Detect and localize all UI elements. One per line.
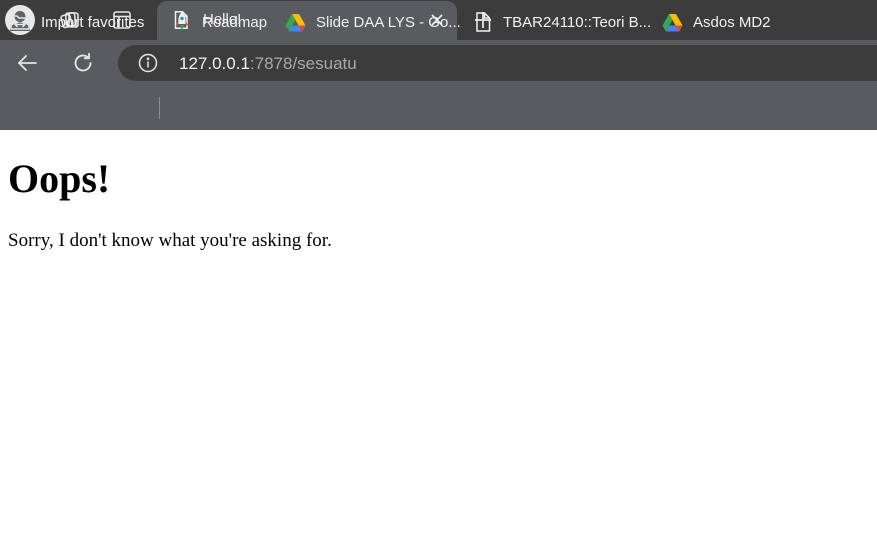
page-heading: Oops! bbox=[8, 156, 111, 201]
bookmark-roadmap[interactable]: Roadmap bbox=[172, 10, 267, 34]
reload-button[interactable] bbox=[67, 47, 99, 79]
reload-icon bbox=[74, 52, 92, 72]
back-button[interactable] bbox=[11, 47, 43, 79]
bookmark-label: TBAR24110::Teori B... bbox=[503, 13, 652, 31]
page-viewport: Oops! Sorry, I don't know what you're as… bbox=[0, 130, 877, 553]
bookmark-tbar24110[interactable]: TBAR24110::Teori B... bbox=[473, 10, 651, 34]
bookmark-label: Asdos MD2 bbox=[693, 13, 771, 31]
info-icon[interactable] bbox=[138, 53, 158, 73]
google-drive-icon bbox=[285, 13, 306, 31]
bookmark-import-favorites[interactable]: Import favorites bbox=[9, 10, 144, 34]
bookmark-label: Roadmap bbox=[202, 13, 268, 31]
arrow-left-icon bbox=[18, 55, 37, 71]
google-drive-icon bbox=[662, 13, 683, 31]
url-host: 127.0.0.1 bbox=[179, 54, 250, 73]
browser-toolbar: 127.0.0.1:7878/sesuatu bbox=[0, 40, 877, 85]
rocket-icon bbox=[175, 12, 189, 31]
document-icon bbox=[476, 12, 491, 32]
url-path: :7878/sesuatu bbox=[249, 54, 357, 73]
bookmarks-separator bbox=[159, 97, 160, 119]
bookmark-asdos-md2[interactable]: Asdos MD2 bbox=[662, 10, 771, 34]
bookmark-slide-daa-lys[interactable]: Slide DAA LYS - Go... bbox=[285, 10, 461, 34]
url-text[interactable]: 127.0.0.1:7878/sesuatu bbox=[179, 54, 357, 74]
bookmark-label: Slide DAA LYS - Go... bbox=[316, 13, 461, 31]
bookmark-label: Import favorites bbox=[41, 13, 145, 31]
import-favorites-icon bbox=[10, 15, 30, 30]
page-message: Sorry, I don't know what you're asking f… bbox=[8, 230, 332, 251]
bookmarks-bar bbox=[0, 85, 877, 130]
address-bar[interactable]: 127.0.0.1:7878/sesuatu bbox=[118, 45, 877, 81]
